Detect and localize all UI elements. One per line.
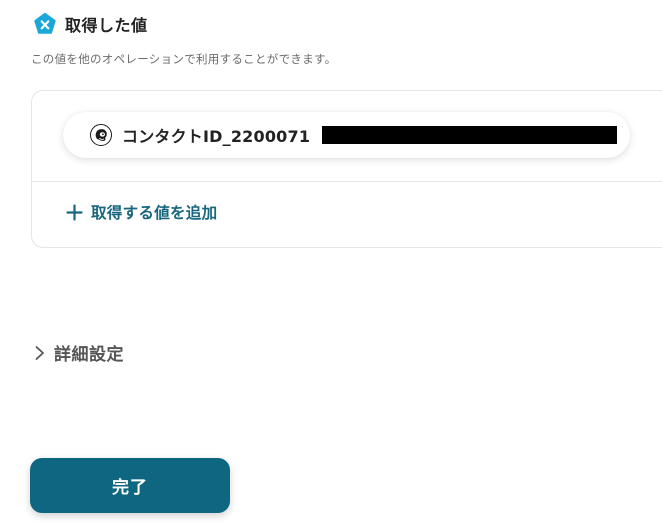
- section-description: この値を他のオペレーションで利用することができます。: [31, 52, 337, 66]
- chevron-right-icon: [35, 345, 44, 360]
- value-label: コンタクトID_2200071: [122, 127, 311, 146]
- value-chip[interactable]: コンタクトID_2200071: [63, 112, 630, 158]
- retrieved-values-card: コンタクトID_2200071 取得する値を追加: [31, 90, 662, 248]
- redacted-value: [322, 126, 618, 144]
- add-value-button[interactable]: 取得する値を追加: [66, 201, 217, 223]
- section-title: 取得した値: [65, 16, 148, 35]
- complete-button[interactable]: 完了: [30, 458, 230, 513]
- advanced-settings-toggle[interactable]: 詳細設定: [33, 340, 124, 365]
- mailchimp-icon: [90, 124, 112, 146]
- variable-badge-icon: [34, 12, 56, 34]
- section-header: 取得した値: [33, 12, 148, 36]
- app-root: 取得した値 この値を他のオペレーションで利用することができます。 コンタクトID…: [0, 0, 662, 529]
- advanced-settings-label: 詳細設定: [54, 345, 124, 365]
- card-divider: [32, 181, 662, 182]
- add-value-label: 取得する値を追加: [91, 204, 218, 222]
- plus-icon: [66, 203, 83, 221]
